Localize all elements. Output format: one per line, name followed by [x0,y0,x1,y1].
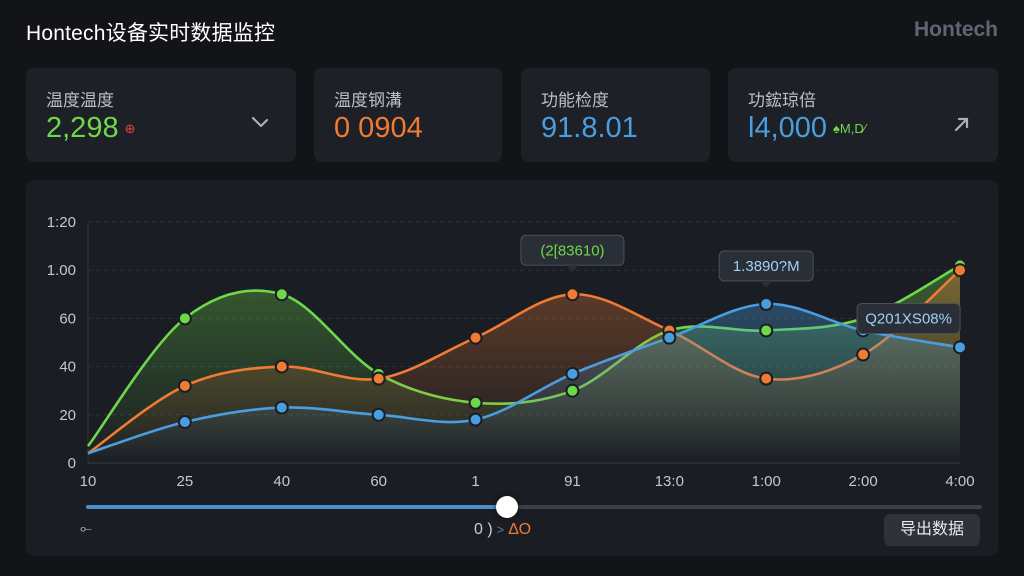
data-point [759,323,774,338]
y-tick-label: 60 [59,310,76,327]
metric-card[interactable]: 温度钢溝 0 0904 [314,68,502,162]
y-tick-label: 40 [59,359,76,376]
data-point [759,371,774,386]
metric-value-text: 2,298 [46,112,119,144]
metric-card[interactable]: 温度温度 2,298 ⊕ [26,68,296,162]
data-point [856,347,871,362]
data-point [662,330,677,345]
data-point [565,366,580,381]
x-tick-label: 25 [177,473,194,490]
data-point [274,287,289,302]
x-tick-label: 2:00 [849,473,878,490]
data-point [953,340,967,355]
metric-card[interactable]: 功鋐琼倍 l4,000 ♠M,D⁄ [728,68,998,162]
data-point [565,287,580,302]
tooltip-pointer [566,265,579,273]
chart-panel: 1:20 1.00 60 40 20 0 10 25 40 60 1 91 13:0 1:00 2:00 4:… [26,180,998,556]
x-tick-label: 60 [370,473,387,490]
playback-status: 0 ) > ΔΟ [474,521,531,539]
slider-fill [86,505,508,509]
x-tick-label: 4:00 [945,473,974,490]
trim-icon[interactable]: ⟜ [80,520,92,537]
data-point [177,415,192,430]
tooltip-pointer [760,280,773,288]
data-point [468,330,483,345]
metric-value-text: 0 0904 [334,112,423,144]
metric-card-value: 91.8.01 [541,112,638,145]
metric-card-value: l4,000 ♠M,D⁄ [748,112,866,145]
x-tick-label: 1:00 [752,473,781,490]
metric-badge: ♠M,D⁄ [833,121,866,136]
playback-text: 0 ) [474,521,493,538]
data-point [759,296,774,311]
timeline-slider[interactable] [86,496,982,518]
metric-card-value: 2,298 ⊕ [46,112,135,145]
metric-value-text: 91.8.01 [541,112,638,144]
y-tick-label: 0 [68,455,76,472]
export-data-button[interactable]: 导出数据 [884,514,980,546]
data-point [468,395,483,410]
metric-value-text: l4,000 [748,112,828,144]
data-point [274,359,289,374]
playback-accent: ΔΟ [508,521,532,538]
y-tick-label: 1.00 [47,262,76,279]
data-point [565,383,580,398]
tooltip-text: Q201XS08% [865,310,952,327]
data-point [177,378,192,393]
metric-card-label: 功能检度 [541,91,609,110]
slider-thumb[interactable] [496,496,519,518]
data-point [274,400,289,415]
brand-logo: Hontech [914,18,998,41]
y-tick-label: 20 [59,407,76,424]
metric-card-value: 0 0904 [334,112,423,145]
x-tick-label: 1 [471,473,479,490]
chevron-down-right-icon[interactable] [248,112,272,136]
y-tick-label: 1:20 [47,214,76,231]
line-chart[interactable]: 1:20 1.00 60 40 20 010 25 40 60 1 91 13:0 1:00 2:00 4:… [26,180,998,500]
app-title: Hontech设备实时数据监控 [26,22,276,45]
data-point [177,311,192,326]
data-point [371,407,386,422]
tooltip-text: 1.3890?M [733,258,800,275]
chevron-right-icon: > [496,522,505,537]
tooltip-text: (2[83610) [540,242,604,259]
metric-card[interactable]: 功能检度 91.8.01 [521,68,710,162]
metric-card-label: 功鋐琼倍 [748,91,816,110]
x-tick-label: 10 [80,473,97,490]
metric-badge: ⊕ [124,121,136,136]
x-tick-label: 91 [564,473,581,490]
data-point [468,412,483,427]
x-tick-label: 40 [273,473,290,490]
x-tick-label: 13:0 [655,473,684,490]
arrow-up-right-icon[interactable] [950,112,974,136]
metric-card-label: 温度钢溝 [334,91,402,110]
data-point [371,371,386,386]
data-point [953,263,967,278]
metric-card-label: 温度温度 [46,91,114,110]
